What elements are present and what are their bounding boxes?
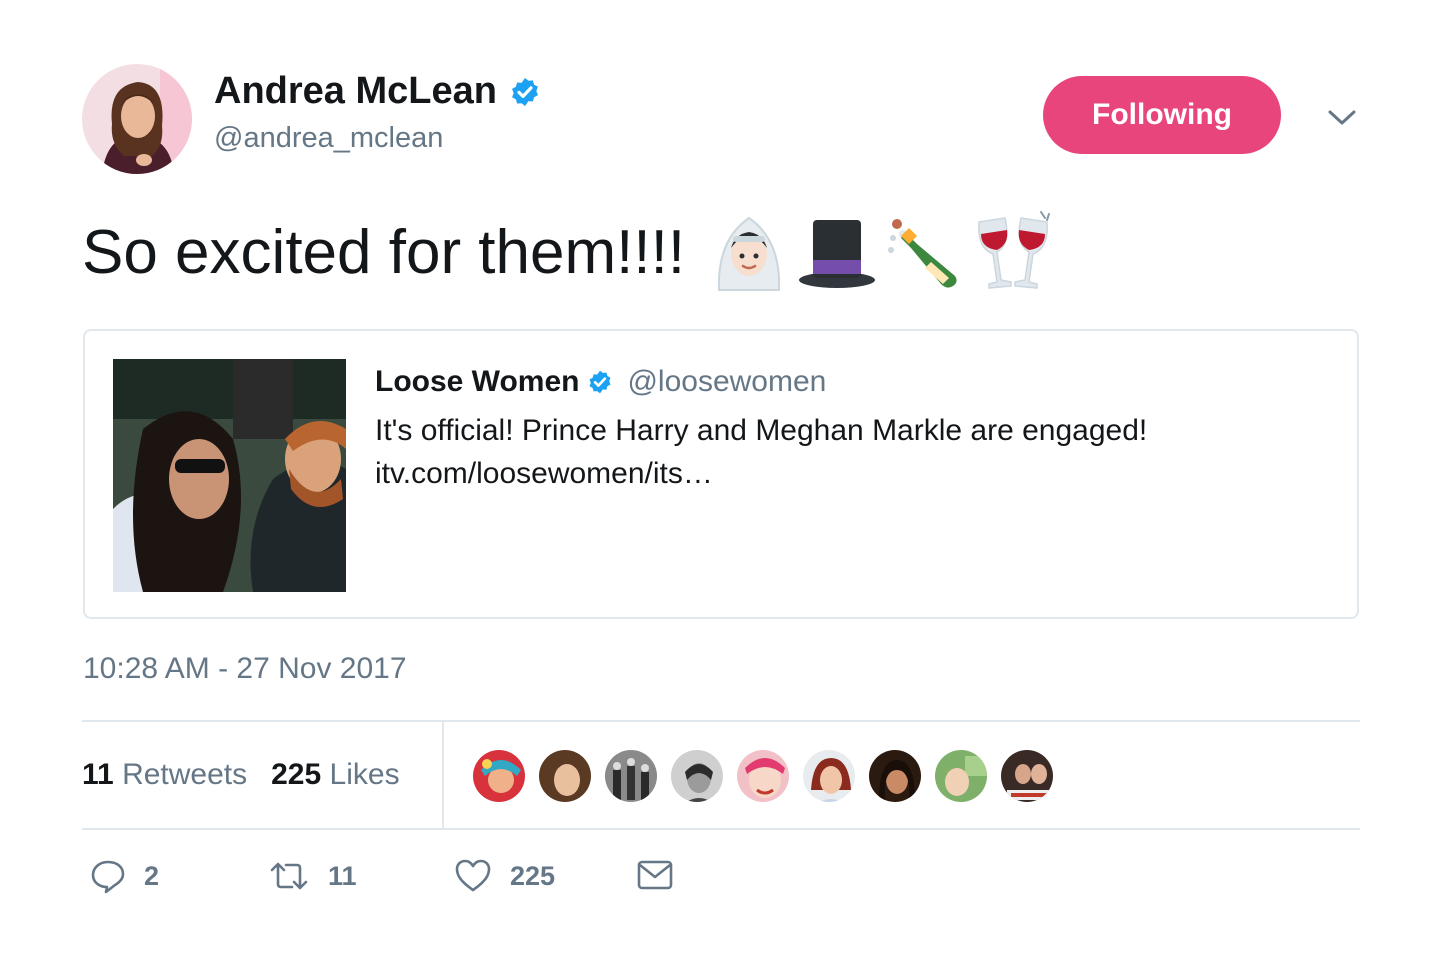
verified-badge-icon [512,77,538,106]
author-name-row[interactable]: Andrea McLean [214,70,541,113]
liker-avatar[interactable] [603,748,659,804]
retweet-icon [270,862,308,890]
tweet-text-row: So excited for them!!!! [82,210,1055,294]
direct-message-button[interactable] [636,858,674,892]
like-button[interactable]: 225 [454,858,555,894]
quoted-link[interactable]: itv.com/loosewomen/its… [375,452,1147,495]
tweet-actions: 2 11 225 [82,858,782,904]
verified-badge-icon [589,370,611,394]
retweet-count: 11 [328,860,357,891]
liker-avatar[interactable] [471,748,527,804]
quoted-tweet-image [113,359,346,592]
liker-avatars [471,748,1055,804]
stat-separator [442,722,444,828]
tweet-emojis [707,210,1055,294]
tweet-timestamp[interactable]: 10:28 AM - 27 Nov 2017 [83,652,407,686]
heart-icon [455,859,491,892]
quoted-author-name: Loose Women [375,365,580,398]
retweets-stat[interactable]: 11 Retweets [82,758,247,792]
champagne-bottle-emoji-icon [888,219,957,288]
retweet-button[interactable]: 11 [268,858,357,894]
liker-avatar[interactable] [735,748,791,804]
liker-avatar[interactable] [867,748,923,804]
liker-avatar[interactable] [669,748,725,804]
author-avatar[interactable] [82,64,192,174]
liker-avatar[interactable] [999,748,1055,804]
quoted-author-row: Loose Women @loosewomen [375,365,826,399]
reply-count: 2 [144,860,160,891]
liker-avatar[interactable] [933,748,989,804]
more-options-chevron-down-icon[interactable] [1322,100,1362,136]
like-count: 225 [510,860,556,891]
reply-button[interactable]: 2 [90,858,159,894]
bride-with-veil-emoji-icon [717,216,781,291]
quoted-author-handle: @loosewomen [627,365,827,398]
likes-stat[interactable]: 225 Likes [271,758,399,792]
stat-counts: 11 Retweets 225 Likes [82,722,400,828]
quoted-text-line-1: It's official! Prince Harry and Meghan M… [375,414,1148,447]
clinking-glasses-emoji-icon [978,211,1051,289]
top-hat-emoji-icon [799,220,876,288]
divider [82,828,1360,830]
author-name[interactable]: Andrea McLean [214,70,497,113]
quoted-tweet-card[interactable]: Loose Women @loosewomen It's official! P… [83,329,1359,619]
reply-icon [91,860,125,894]
engagement-stats: 11 Retweets 225 Likes [82,722,1360,828]
liker-avatar[interactable] [537,748,593,804]
liker-avatar[interactable] [801,748,857,804]
following-button[interactable]: Following [1043,76,1281,154]
tweet-text: So excited for them!!!! [82,217,686,287]
author-handle[interactable]: @andrea_mclean [214,122,443,155]
quoted-tweet-text: It's official! Prince Harry and Meghan M… [375,409,1147,495]
envelope-icon [637,860,673,890]
